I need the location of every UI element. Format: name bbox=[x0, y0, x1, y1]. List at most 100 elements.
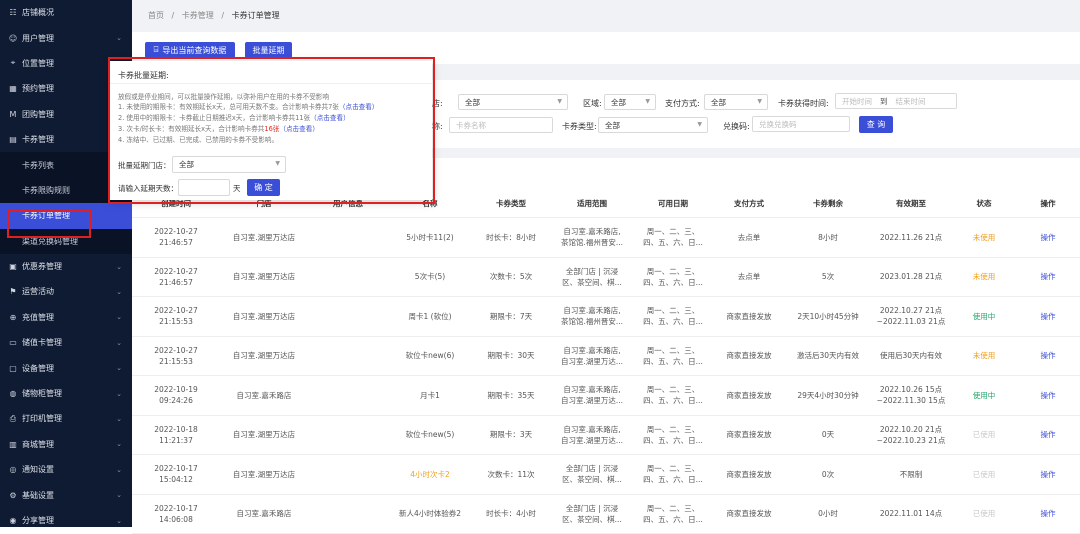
batch-extend-label: 批量延期 bbox=[253, 45, 285, 56]
breadcrumb: 首页 / 卡券管理 / 卡券订单管理 bbox=[148, 10, 280, 21]
cell-card-type: 期限卡：35天 bbox=[472, 390, 550, 401]
col-operation: 操作 bbox=[1016, 198, 1080, 209]
cell-pay-method: 商家直接发放 bbox=[712, 469, 786, 480]
cell-pay-method: 商家直接发放 bbox=[712, 350, 786, 361]
export-button[interactable]: ⍈ 导出当前查询数据 bbox=[145, 42, 235, 58]
operation-link[interactable]: 操作 bbox=[1016, 469, 1080, 480]
sidebar-item-14[interactable]: ▢设备管理⌄ bbox=[0, 355, 132, 380]
sidebar-item-12[interactable]: ⊕充值管理⌄ bbox=[0, 305, 132, 330]
sidebar-item-20[interactable]: ◉分享管理⌄ bbox=[0, 508, 132, 527]
sidebar-item-10[interactable]: ▣优惠券管理⌄ bbox=[0, 254, 132, 279]
sidebar-item-label: 基础设置 bbox=[22, 490, 54, 501]
time-range-input[interactable]: 开始时间 到 结束时间 bbox=[835, 93, 957, 109]
sidebar-item-11[interactable]: ⚑运营活动⌄ bbox=[0, 279, 132, 304]
cell-line: 四、五、六、日... bbox=[634, 277, 712, 288]
chevron-down-icon: ▼ bbox=[645, 98, 650, 105]
cell-store: 自习室.嘉禾路店 bbox=[220, 390, 308, 401]
popup-line-1-link[interactable]: （点击查看） bbox=[339, 103, 379, 111]
batch-extend-button[interactable]: 批量延期 bbox=[245, 42, 292, 58]
cell-card-type: 时长卡：4小时 bbox=[472, 508, 550, 519]
status-badge: 已使用 bbox=[952, 429, 1016, 440]
sidebar-item-label: 运营活动 bbox=[22, 286, 54, 297]
sidebar-item-8[interactable]: 卡券订单管理 bbox=[0, 203, 132, 228]
popup-confirm-button[interactable]: 确 定 bbox=[247, 179, 280, 196]
cell-line: 15:04:12 bbox=[132, 474, 220, 485]
operation-link[interactable]: 操作 bbox=[1016, 508, 1080, 519]
popup-line-2-link[interactable]: （点击查看） bbox=[310, 114, 350, 122]
sidebar-item-9[interactable]: 渠道兑换码管理 bbox=[0, 229, 132, 254]
col-remaining: 卡券剩余 bbox=[786, 198, 870, 209]
sidebar-item-label: 储物柜管理 bbox=[22, 388, 62, 399]
cell-line: 区、茶空间、棋... bbox=[550, 514, 634, 525]
sidebar-item-15[interactable]: ◍储物柜管理⌄ bbox=[0, 381, 132, 406]
operation-link[interactable]: 操作 bbox=[1016, 271, 1080, 282]
cell-pay-method: 去点单 bbox=[712, 232, 786, 243]
coupon-icon: ▣ bbox=[8, 262, 18, 271]
chevron-down-icon: ▼ bbox=[697, 121, 702, 128]
cell-available-date: 周一、二、三、四、五、六、日... bbox=[634, 424, 712, 446]
cell-card-type: 时长卡：8小时 bbox=[472, 232, 550, 243]
sidebar-item-1[interactable]: ☺用户管理⌄ bbox=[0, 25, 132, 50]
cell-available-date: 周一、二、三、四、五、六、日... bbox=[634, 503, 712, 525]
sidebar-item-label: 预约管理 bbox=[22, 83, 54, 94]
sidebar-item-19[interactable]: ⚙基础设置⌄ bbox=[0, 482, 132, 507]
cell-line: 自习室.湖里万达... bbox=[550, 435, 634, 446]
cell-line: ~2022.11.30 15点 bbox=[870, 395, 952, 406]
popup-store-select[interactable]: 全部▼ bbox=[172, 156, 286, 173]
sidebar-item-0[interactable]: ☷店铺概况 bbox=[0, 0, 132, 25]
col-pay-method: 支付方式 bbox=[712, 198, 786, 209]
table-row: 2022-10-2721:46:57自习室.湖里万达店5小时卡11(2)时长卡：… bbox=[132, 218, 1080, 258]
breadcrumb-home[interactable]: 首页 bbox=[148, 11, 164, 20]
sidebar-item-label: 卡券列表 bbox=[22, 160, 54, 171]
name-input[interactable]: 卡券名称 bbox=[449, 117, 553, 133]
region-select[interactable]: 全部▼ bbox=[604, 94, 656, 110]
popup-days-input[interactable] bbox=[178, 179, 230, 196]
popup-line-3-link[interactable]: （点击查看） bbox=[279, 125, 319, 133]
sidebar-item-13[interactable]: ▭储值卡管理⌄ bbox=[0, 330, 132, 355]
cell-line: 自习室.嘉禾路店, bbox=[550, 384, 634, 395]
operation-link[interactable]: 操作 bbox=[1016, 429, 1080, 440]
share-icon: ◉ bbox=[8, 516, 18, 525]
cell-available-date: 周一、二、三、四、五、六、日... bbox=[634, 384, 712, 406]
cell-available-date: 周一、二、三、四、五、六、日... bbox=[634, 266, 712, 288]
cell-line: 全部门店 | 沉浸 bbox=[550, 266, 634, 277]
code-input[interactable]: 兑换兑换码 bbox=[752, 116, 850, 132]
grid-icon: ☷ bbox=[8, 8, 18, 17]
breadcrumb-level1[interactable]: 卡券管理 bbox=[182, 11, 214, 20]
code-input-placeholder: 兑换兑换码 bbox=[759, 119, 797, 130]
type-select[interactable]: 全部▼ bbox=[598, 117, 708, 133]
store-select[interactable]: 全部▼ bbox=[458, 94, 568, 110]
sidebar-item-18[interactable]: ◎通知设置⌄ bbox=[0, 457, 132, 482]
cell-line: 四、五、六、日... bbox=[634, 237, 712, 248]
cell-line: 21:46:57 bbox=[132, 277, 220, 288]
operation-link[interactable]: 操作 bbox=[1016, 311, 1080, 322]
gear-icon: ⚙ bbox=[8, 491, 18, 500]
cell-line: 不限制 bbox=[870, 469, 952, 480]
cell-name: 月卡1 bbox=[388, 390, 472, 401]
pay-select[interactable]: 全部▼ bbox=[704, 94, 768, 110]
type-filter-label: 卡券类型: bbox=[562, 121, 597, 132]
activity-icon: ⚑ bbox=[8, 287, 18, 296]
sidebar-item-17[interactable]: ▥商城管理⌄ bbox=[0, 432, 132, 457]
sidebar-item-16[interactable]: ⎙打印机管理⌄ bbox=[0, 406, 132, 431]
printer-icon: ⎙ bbox=[8, 414, 18, 424]
operation-link[interactable]: 操作 bbox=[1016, 390, 1080, 401]
sidebar-item-label: 卡券限购规则 bbox=[22, 185, 70, 196]
cell-scope: 自习室.嘉禾路店,自习室.湖里万达... bbox=[550, 384, 634, 406]
cell-pay-method: 商家直接发放 bbox=[712, 390, 786, 401]
chevron-down-icon: ⌄ bbox=[116, 263, 122, 271]
operation-link[interactable]: 操作 bbox=[1016, 350, 1080, 361]
query-button[interactable]: 查 询 bbox=[859, 116, 893, 133]
end-time-placeholder: 结束时间 bbox=[896, 96, 926, 107]
cell-line: 自习室.嘉禾路店, bbox=[550, 345, 634, 356]
cell-pay-method: 商家直接发放 bbox=[712, 311, 786, 322]
cell-name: 5小时卡11(2) bbox=[388, 232, 472, 243]
popup-line-3: 3. 次卡/时长卡：有效期延长x天，合计影响卡券共16张（点击查看） bbox=[118, 123, 319, 133]
cell-created-time: 2022-10-2721:15:53 bbox=[132, 305, 220, 327]
operation-link[interactable]: 操作 bbox=[1016, 232, 1080, 243]
col-valid-until: 有效期至 bbox=[870, 198, 952, 209]
query-button-label: 查 询 bbox=[867, 119, 886, 130]
cell-pay-method: 商家直接发放 bbox=[712, 508, 786, 519]
chevron-down-icon: ⌄ bbox=[116, 339, 122, 347]
cell-scope: 全部门店 | 沉浸区、茶空间、棋... bbox=[550, 266, 634, 288]
